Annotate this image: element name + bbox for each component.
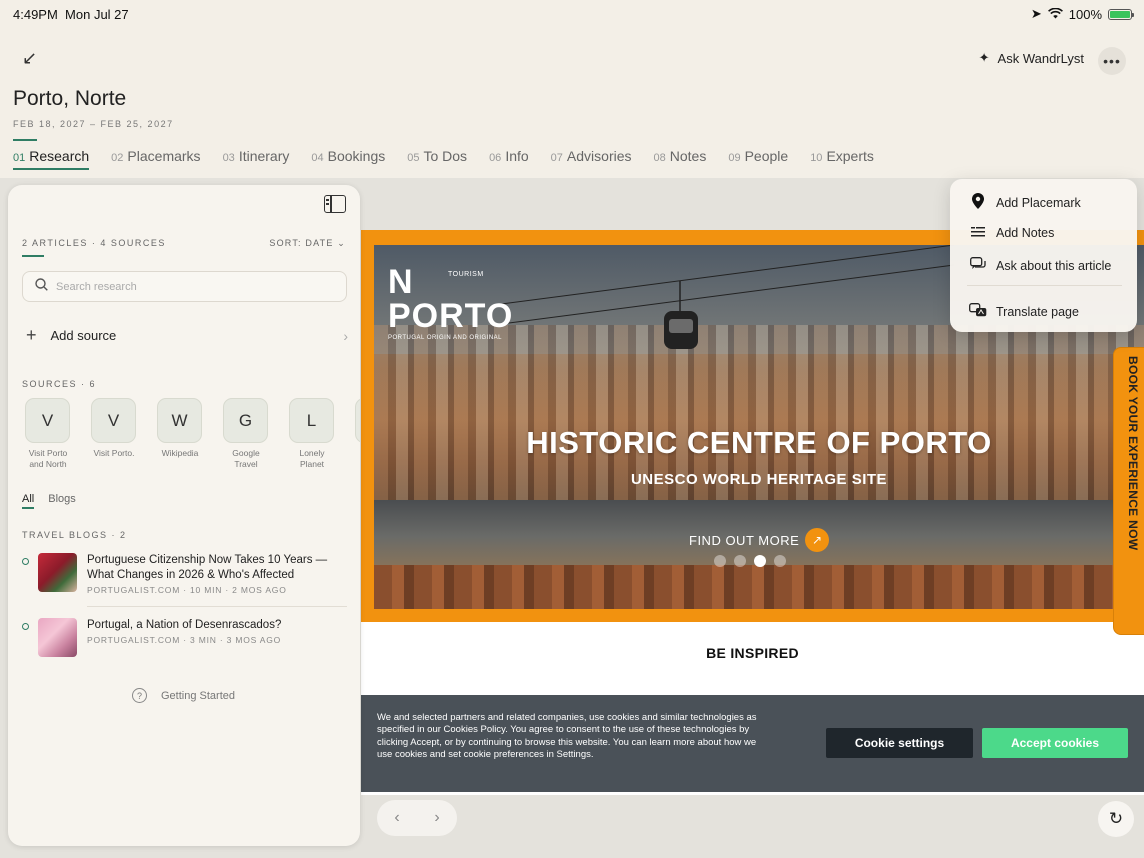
sources-label: SOURCES · 6	[22, 379, 97, 389]
help-icon: ?	[132, 688, 147, 703]
source-partial[interactable]	[355, 398, 360, 469]
menu-translate-page[interactable]: Translate page	[969, 303, 1079, 320]
article-item[interactable]: Portugal, a Nation of Desenrascados? POR…	[22, 618, 347, 657]
book-experience-tab[interactable]: BOOK YOUR EXPERIENCE NOW	[1113, 347, 1144, 635]
menu-add-notes[interactable]: Add Notes	[969, 225, 1054, 240]
notes-icon	[969, 225, 987, 240]
research-panel: 2 ARTICLES · 4 SOURCES SORT: DATE ⌄ + Ad…	[8, 185, 360, 846]
tab-itinerary[interactable]: 03 Itinerary	[223, 139, 290, 170]
battery-percent: 100%	[1068, 6, 1102, 22]
carousel-dot[interactable]	[774, 555, 786, 567]
source-google-travel[interactable]: G Google Travel	[223, 398, 269, 469]
tab-notes[interactable]: 08 Notes	[654, 139, 707, 170]
plus-icon: +	[26, 325, 37, 345]
cookie-settings-button[interactable]: Cookie settings	[826, 728, 973, 758]
hero-subtitle: UNESCO WORLD HERITAGE SITE	[630, 471, 888, 488]
tab-bar: 01 Research 02 Placemarks 03 Itinerary 04 Bo…	[13, 139, 874, 170]
tab-info[interactable]: 06 Info	[489, 139, 529, 170]
article-meta: PORTUGALIST.COM · 3 MIN · 3 MOS AGO	[87, 634, 282, 645]
ask-wandrlyst-button[interactable]: ✦ Ask WandrLyst	[979, 50, 1084, 66]
tab-research[interactable]: 01 Research	[13, 139, 90, 170]
status-icons: ➤ 100%	[1030, 6, 1134, 22]
tab-experts[interactable]: 10 Experts	[810, 139, 874, 170]
source-wikipedia[interactable]: W Wikipedia	[157, 398, 203, 469]
refresh-button[interactable]: ↻	[1098, 801, 1134, 837]
filter-tabs: All Blogs	[22, 493, 76, 509]
more-options-button[interactable]: •••	[1098, 47, 1126, 75]
filter-blogs[interactable]: Blogs	[48, 493, 76, 505]
be-inspired-heading: BE INSPIRED	[706, 645, 799, 661]
refresh-icon: ↻	[1108, 809, 1124, 828]
article-thumbnail	[38, 553, 77, 592]
search-input[interactable]	[56, 280, 326, 293]
search-icon	[35, 277, 48, 296]
sort-dropdown[interactable]: SORT: DATE ⌄	[269, 238, 346, 249]
article-title: Portugal, a Nation of Desenrascados?	[87, 619, 282, 631]
minimize-arrow-icon[interactable]: ↙	[22, 48, 44, 70]
source-visit-porto-and-north[interactable]: V Visit Porto and North	[25, 398, 71, 469]
ask-wandrlyst-label: Ask WandrLyst	[997, 50, 1084, 66]
chat-icon	[969, 257, 987, 274]
battery-icon	[1108, 8, 1134, 20]
tab-placemarks[interactable]: 02 Placemarks	[111, 139, 200, 170]
search-research-field[interactable]	[22, 271, 347, 302]
menu-add-placemark[interactable]: Add Placemark	[969, 193, 1081, 212]
arrow-up-right-icon: ↗	[805, 528, 830, 552]
travel-blogs-label: TRAVEL BLOGS · 2	[22, 530, 127, 540]
forward-chevron-icon[interactable]: ›	[434, 809, 439, 827]
article-item[interactable]: Portuguese Citizenship Now Takes 10 Year…	[22, 553, 347, 595]
article-meta: PORTUGALIST.COM · 10 MIN · 2 MOS AGO	[87, 584, 287, 595]
porto-tourism-logo[interactable]: N PORTO TOURISM PORTUGAL ORIGIN AND ORIGI…	[388, 265, 513, 342]
chevron-right-icon: ›	[343, 327, 348, 344]
tab-todos[interactable]: 05 To Dos	[407, 139, 467, 170]
source-visit-porto[interactable]: V Visit Porto.	[91, 398, 137, 469]
sidebar-toggle-icon[interactable]	[324, 195, 346, 213]
accept-cookies-button[interactable]: Accept cookies	[982, 728, 1128, 758]
find-out-more-link[interactable]: FIND OUT MORE ↗	[689, 528, 830, 552]
filter-all[interactable]: All	[22, 493, 35, 509]
carousel-dot[interactable]	[714, 555, 726, 567]
source-lonely-planet[interactable]: L Lonely Planet	[289, 398, 335, 469]
menu-ask-about-article[interactable]: Ask about this article	[969, 257, 1111, 274]
carousel-dot[interactable]	[734, 555, 746, 567]
carousel-dot[interactable]	[754, 555, 766, 567]
status-time: 4:49PM Mon Jul 27	[13, 7, 129, 22]
tab-advisories[interactable]: 07 Advisories	[551, 139, 632, 170]
back-chevron-icon[interactable]: ‹	[394, 809, 399, 827]
article-thumbnail	[38, 618, 77, 657]
browser-nav: ‹ ›	[377, 800, 457, 836]
ellipsis-icon: •••	[1103, 53, 1121, 69]
cookie-text: We and selected partners and related com…	[377, 712, 757, 761]
sparkle-icon: ✦	[978, 50, 990, 65]
article-title: Portuguese Citizenship Now Takes 10 Year…	[87, 554, 328, 581]
translate-icon	[969, 303, 987, 320]
unread-dot-icon	[22, 623, 29, 630]
sources-row: V Visit Porto and North V Visit Porto. W Wi…	[25, 398, 360, 469]
cookie-banner: We and selected partners and related com…	[361, 695, 1144, 792]
getting-started-link[interactable]: ? Getting Started	[132, 688, 235, 703]
status-bar: 4:49PM Mon Jul 27 ➤ 100%	[0, 0, 1144, 28]
context-menu: Add Placemark Add Notes Ask about this a…	[950, 179, 1137, 332]
pin-icon	[969, 193, 987, 212]
hero-title: HISTORIC CENTRE OF PORTO	[526, 425, 992, 460]
trip-title: Porto, Norte	[13, 87, 127, 110]
tab-bookings[interactable]: 04 Bookings	[311, 139, 385, 170]
trip-dates: FEB 18, 2027 – FEB 25, 2027	[13, 119, 174, 129]
wifi-icon	[1047, 7, 1063, 22]
research-summary: 2 ARTICLES · 4 SOURCES	[22, 238, 166, 248]
location-icon: ➤	[1030, 6, 1042, 21]
unread-dot-icon	[22, 558, 29, 565]
tab-people[interactable]: 09 People	[728, 139, 788, 170]
add-source-button[interactable]: + Add source ›	[26, 325, 348, 346]
carousel-dots	[714, 555, 786, 567]
